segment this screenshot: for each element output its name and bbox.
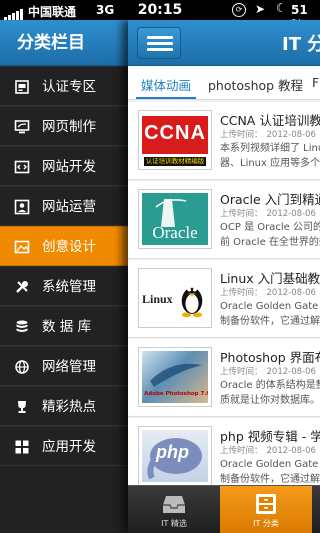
sidebar-item-web-operations[interactable]: 网站运营 [0,186,128,226]
tools-icon [14,279,30,295]
tab-it-featured[interactable]: IT 精选 [128,486,220,533]
article-title: Linux 入门基础教学 [220,271,320,286]
article-date: 2012-08-06 [266,288,316,298]
status-bar: 中国联通 3G 20:15 ⟳ ➤ ☾ 51 % [0,0,320,31]
list-item[interactable]: Oracle Oracle 入门到精通 上传时间： 2012-08-06 OCP … [128,181,320,259]
article-thumbnail: Oracle [138,189,212,249]
list-item[interactable]: Adobe Photoshop 7.0 Photoshop 界面布局 上传时间：… [128,339,320,417]
tab-next[interactable]: F [312,75,319,90]
tab-label: IT 精选 [161,519,187,528]
bottom-tab-bar: IT 精选 IT 分类 [128,485,320,533]
moon-icon: ☾ [276,1,287,15]
article-meta: 上传时间： 2012-08-06 [220,288,316,298]
list-item[interactable]: Linux Linux 入门基础教学 上传时间：2012-08-06 Oracl… [128,260,320,338]
user-portrait-icon [14,199,30,215]
grid-icon [14,439,30,455]
category-sidebar: 分类栏目 认证专区 网页制作 网站开发 网站运营 创意设计 系统管理 数 据 库… [0,20,128,533]
category-tabs: 媒体动画 photoshop 教程 F [128,66,320,100]
article-date: 2012-08-06 [266,446,316,456]
sidebar-item-system-admin[interactable]: 系统管理 [0,266,128,306]
globe-icon [14,359,30,375]
photoshop-logo-text: Adobe Photoshop 7.0 [144,391,208,397]
article-description: OCP 是 Oracle 公司的 前 Oracle 在全世界的数 [220,222,320,248]
linux-logo-text: Linux [142,292,173,306]
article-meta: 上传时间： 2012-08-06 [220,446,316,456]
inbox-icon [161,492,187,516]
sidebar-item-label: 网页制作 [42,119,96,135]
sidebar-item-label: 认证专区 [42,79,96,95]
article-thumbnail: Linux [138,268,212,328]
tab-media-animation[interactable]: 媒体动画 [141,75,191,94]
article-thumbnail: php [138,426,212,486]
menu-toggle-button[interactable] [137,27,181,59]
article-title: Photoshop 界面布局 [220,350,320,365]
list-item[interactable]: CCNA 认证培训教材精编版 CCNA 认证培训教材 上传时间：2012-08-… [128,102,320,180]
location-icon: ➤ [255,2,266,16]
oracle-logo-text: Oracle [152,223,198,242]
tab-it-categories[interactable]: IT 分类 [220,486,312,533]
ccna-caption: 认证培训教材精编版 [144,157,206,166]
sidebar-item-app-development[interactable]: 应用开发 [0,426,128,466]
article-description: Oracle 的体系结构是整 质就是让你对数据库。 [220,380,320,406]
article-meta: 上传时间： 2012-08-06 [220,209,316,219]
trophy-icon [14,399,30,415]
main-panel: IT 分 媒体动画 photoshop 教程 F CCNA 认证培训教材精编版 … [128,20,320,533]
sidebar-item-web-design[interactable]: 网页制作 [0,106,128,146]
tux-penguin-icon [181,287,203,318]
monitor-icon [14,119,30,135]
code-icon [14,159,30,175]
sidebar-item-label: 网站运营 [42,199,96,215]
article-date: 2012-08-06 [266,130,316,140]
top-nav-bar: IT 分 [128,20,320,66]
sidebar-item-label: 网站开发 [42,159,96,175]
sidebar-item-label: 网络管理 [42,359,96,375]
sidebar-item-certification[interactable]: 认证专区 [0,66,128,106]
article-description: 本系列视频详细了 Linu 器、Linux 应用等多个 [220,143,320,169]
article-date: 2012-08-06 [266,209,316,219]
article-description: Oracle Golden Gate 软 制备份软件，它通过解 [220,301,320,327]
page-title: IT 分 [282,34,320,55]
sidebar-item-label: 创意设计 [42,239,96,255]
article-meta: 上传时间： 2012-08-06 [220,367,316,377]
sidebar-item-label: 应用开发 [42,439,96,455]
sidebar-item-database[interactable]: 数 据 库 [0,306,128,346]
active-tab-indicator [136,97,196,99]
sidebar-item-web-development[interactable]: 网站开发 [0,146,128,186]
tab-photoshop[interactable]: photoshop 教程 [208,75,303,94]
sidebar-item-label: 精彩热点 [42,399,96,415]
rotation-lock-icon: ⟳ [232,3,246,17]
cabinet-icon [253,492,279,516]
sidebar-item-hot-topics[interactable]: 精彩热点 [0,386,128,426]
sidebar-item-label: 系统管理 [42,279,96,295]
sidebar-title: 分类栏目 [0,20,128,66]
article-meta: 上传时间： 2012-08-06 [220,130,316,140]
clock: 20:15 [137,2,183,18]
certificate-icon [14,79,30,95]
article-title: php 视频专辑 - 学习 [220,429,320,444]
sidebar-item-creative-design[interactable]: 创意设计 [0,226,128,266]
hamburger-icon [147,36,173,39]
article-description: Oracle Golden Gate 软 制备份软件，它通过解 [220,459,320,485]
article-thumbnail: Adobe Photoshop 7.0 [138,347,212,407]
palette-icon [14,239,30,255]
article-thumbnail: CCNA 认证培训教材精编版 [138,110,212,170]
article-title: CCNA 认证培训教材 [220,113,320,128]
article-date: 2012-08-06 [266,367,316,377]
article-title: Oracle 入门到精通 [220,192,320,207]
ccna-logo-text: CCNA [144,122,206,144]
php-logo-text: php [156,442,189,462]
sidebar-item-label: 数 据 库 [42,319,92,335]
database-icon [14,319,30,335]
sidebar-item-network-admin[interactable]: 网络管理 [0,346,128,386]
tab-label: IT 分类 [253,519,279,528]
article-list: CCNA 认证培训教材精编版 CCNA 认证培训教材 上传时间：2012-08-… [128,102,320,496]
